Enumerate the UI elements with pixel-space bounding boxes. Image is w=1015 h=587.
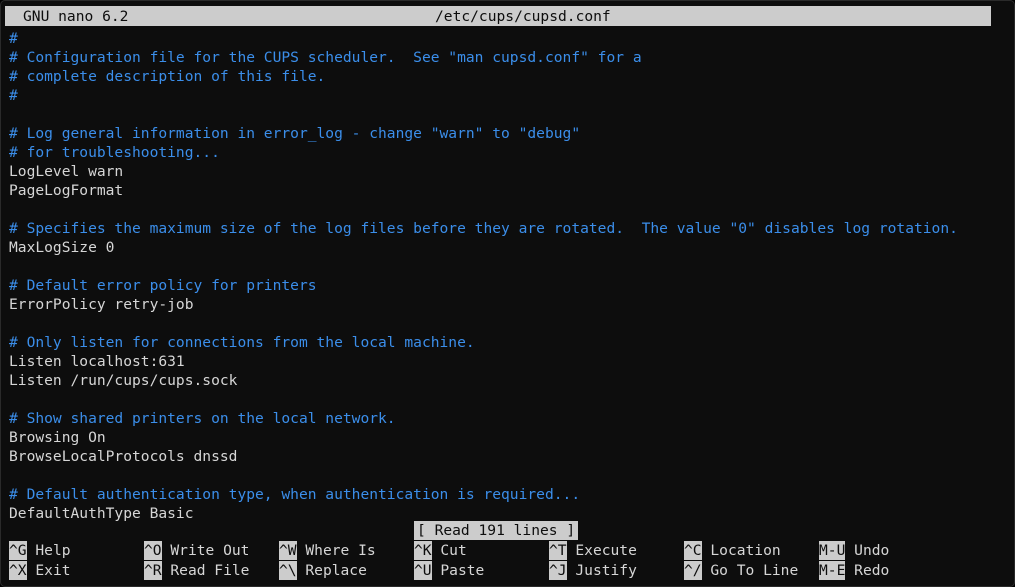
shortcut-entry[interactable]: M-E Redo: [819, 561, 889, 581]
shortcut-key: ^G: [9, 541, 27, 560]
shortcut-key: ^\: [279, 561, 297, 580]
editor-line: # Show shared printers on the local netw…: [9, 410, 396, 427]
shortcut-key: ^C: [684, 541, 702, 560]
editor-line: # complete description of this file.: [9, 68, 326, 85]
shortcut-entry[interactable]: ^G Help: [9, 541, 71, 561]
shortcut-entry[interactable]: ^J Justify: [549, 561, 637, 581]
shortcut-label: Replace: [305, 562, 367, 579]
shortcut-column: ^O Write Out ^R Read File: [144, 541, 249, 581]
editor-line: PageLogFormat: [9, 182, 124, 199]
shortcut-column: ^G Help ^X Exit: [9, 541, 71, 581]
shortcut-label: Read File: [170, 562, 250, 579]
nano-version-label: GNU nano 6.2: [23, 8, 129, 25]
shortcut-label: Location: [710, 542, 781, 559]
shortcut-entry[interactable]: ^K Cut: [414, 541, 484, 561]
editor-line: # for troubleshooting...: [9, 144, 220, 161]
shortcut-label: Cut: [440, 542, 467, 559]
editor-line: MaxLogSize 0: [9, 239, 115, 256]
editor-line: # Only listen for connections from the l…: [9, 334, 475, 351]
shortcut-key: ^/: [684, 561, 702, 580]
shortcut-entry[interactable]: ^\ Replace: [279, 561, 376, 581]
nano-filename-label: /etc/cups/cupsd.conf: [435, 8, 611, 25]
shortcut-label: Exit: [35, 562, 71, 579]
shortcut-key: ^X: [9, 561, 27, 580]
shortcut-key: M-E: [819, 561, 846, 580]
shortcut-entry[interactable]: ^/ Go To Line: [684, 561, 798, 581]
shortcut-entry[interactable]: ^W Where Is: [279, 541, 376, 561]
shortcut-label: Justify: [575, 562, 637, 579]
shortcut-key: ^K: [414, 541, 432, 560]
editor-line: # Log general information in error_log -…: [9, 125, 581, 142]
shortcut-help-bar: ^G Help ^X Exit ^O Write Out ^R Read File ^W…: [1, 541, 1014, 585]
editor-line: #: [9, 87, 18, 104]
shortcut-key: ^U: [414, 561, 432, 580]
editor-line: Browsing On: [9, 429, 106, 446]
shortcut-label: Help: [35, 542, 71, 559]
editor-line: Listen /run/cups/cups.sock: [9, 372, 238, 389]
shortcut-label: Execute: [575, 542, 637, 559]
shortcut-label: Where Is: [305, 542, 376, 559]
editor-line: # Specifies the maximum size of the log …: [9, 220, 958, 237]
shortcut-entry[interactable]: M-U Undo: [819, 541, 889, 561]
shortcut-column: ^K Cut ^U Paste: [414, 541, 484, 581]
editor-line: # Default error policy for printers: [9, 277, 317, 294]
shortcut-key: ^W: [279, 541, 297, 560]
shortcut-key: ^T: [549, 541, 567, 560]
shortcut-label: Undo: [854, 542, 890, 559]
status-message: [ Read 191 lines ]: [414, 521, 579, 540]
shortcut-entry[interactable]: ^T Execute: [549, 541, 637, 561]
shortcut-entry[interactable]: ^X Exit: [9, 561, 71, 581]
shortcut-key: ^R: [144, 561, 162, 580]
shortcut-entry[interactable]: ^U Paste: [414, 561, 484, 581]
editor-line: LogLevel warn: [9, 163, 124, 180]
editor-text-area[interactable]: # # Configuration file for the CUPS sched…: [9, 29, 1009, 522]
shortcut-key: M-U: [819, 541, 846, 560]
terminal-window: GNU nano 6.2 /etc/cups/cupsd.conf # # Con…: [0, 0, 1015, 587]
shortcut-entry[interactable]: ^R Read File: [144, 561, 249, 581]
shortcut-entry[interactable]: ^C Location: [684, 541, 798, 561]
editor-line: ErrorPolicy retry-job: [9, 296, 194, 313]
editor-line: BrowseLocalProtocols dnssd: [9, 448, 238, 465]
shortcut-key: ^J: [549, 561, 567, 580]
shortcut-label: Paste: [440, 562, 485, 579]
editor-line: # Default authentication type, when auth…: [9, 486, 581, 503]
nano-title-bar: GNU nano 6.2 /etc/cups/cupsd.conf: [5, 6, 991, 26]
shortcut-key: ^O: [144, 541, 162, 560]
shortcut-column: ^T Execute ^J Justify: [549, 541, 637, 581]
shortcut-label: Redo: [854, 562, 890, 579]
editor-line: #: [9, 30, 18, 47]
shortcut-column: ^C Location ^/ Go To Line: [684, 541, 798, 581]
editor-line: Listen localhost:631: [9, 353, 185, 370]
shortcut-spacer: [845, 542, 854, 559]
shortcut-label: Write Out: [170, 542, 250, 559]
shortcut-entry[interactable]: ^O Write Out: [144, 541, 249, 561]
shortcut-label: Go To Line: [710, 562, 799, 579]
shortcut-column: M-U Undo M-E Redo: [819, 541, 889, 581]
editor-line: # Configuration file for the CUPS schedu…: [9, 49, 642, 66]
shortcut-spacer: [845, 562, 854, 579]
shortcut-column: ^W Where Is ^\ Replace: [279, 541, 376, 581]
